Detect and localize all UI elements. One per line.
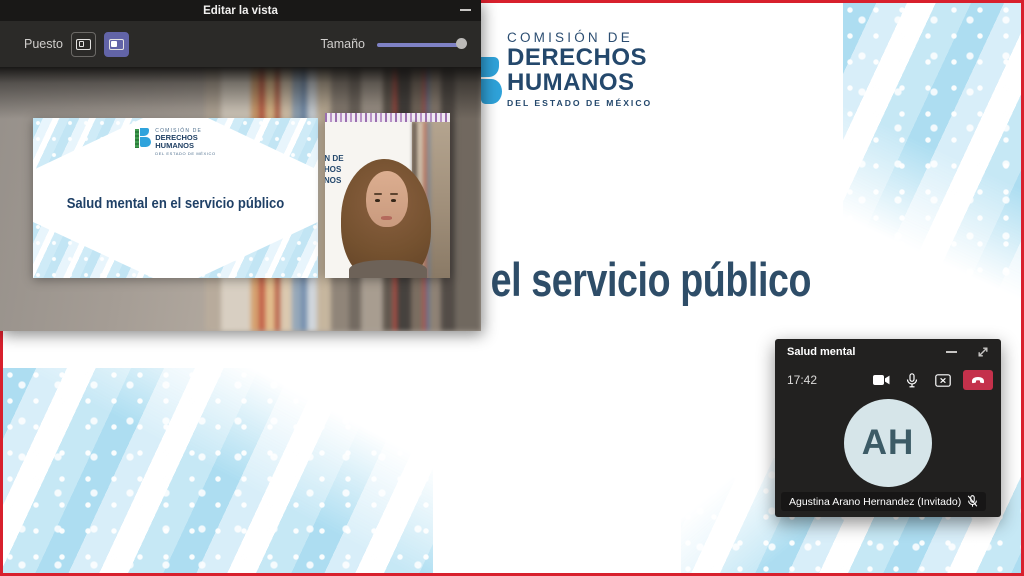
slider-thumb[interactable]	[456, 38, 467, 49]
stop-share-icon[interactable]	[932, 371, 954, 389]
talavera-ornament-bottom-left	[3, 368, 433, 573]
meeting-title: Salud mental	[787, 346, 855, 358]
position-label: Puesto	[24, 37, 63, 51]
layout-split-icon	[76, 39, 91, 50]
participant-video-preview: ÓN DE CHOS ANOS	[325, 113, 450, 278]
mic-muted-icon	[967, 495, 978, 508]
slider-track	[377, 43, 465, 47]
participant-eye	[391, 199, 396, 202]
avatar: AH	[844, 399, 932, 487]
layout-option-filled-button[interactable]	[104, 32, 129, 57]
brand-logo: COMISIÓN DE DERECHOS HUMANOS DEL ESTADO …	[481, 30, 652, 108]
brand-line3: HUMANOS	[507, 70, 652, 95]
hangup-icon[interactable]	[963, 370, 993, 390]
size-label: Tamaño	[321, 37, 365, 51]
brand-line2: DERECHOS	[507, 45, 652, 70]
participant-lips	[381, 216, 392, 220]
layout-preview-area: COMISIÓN DE DERECHOS HUMANOS DEL ESTADO …	[0, 67, 481, 331]
brand-line4: DEL ESTADO DE MÉXICO	[507, 98, 652, 108]
background-slide-title: n el servicio público	[458, 252, 811, 307]
layout-filled-left-icon	[109, 39, 124, 50]
brand-logo-icon	[481, 57, 503, 108]
brand-line1: COMISIÓN DE	[507, 30, 652, 45]
expand-icon[interactable]	[977, 346, 989, 358]
textile-pattern	[325, 113, 450, 122]
minimize-icon[interactable]	[460, 9, 471, 11]
meeting-timer: 17:42	[787, 373, 817, 387]
banner-partial-text: ÓN DE CHOS ANOS	[325, 153, 344, 186]
meeting-window: Salud mental 17:42	[775, 339, 1001, 517]
layout-option-split-button[interactable]	[71, 32, 96, 57]
panel-toolbar: Puesto Tamaño	[0, 21, 481, 67]
edit-view-panel: Editar la vista Puesto Tamaño	[0, 0, 481, 331]
camera-icon[interactable]	[870, 371, 892, 389]
participant-brow	[374, 193, 382, 195]
slide-ornament	[33, 222, 153, 278]
minimize-icon[interactable]	[946, 351, 957, 353]
mic-icon[interactable]	[901, 371, 923, 389]
participant-eye	[375, 199, 380, 202]
slide-logo-line4: DEL ESTADO DE MÉXICO	[155, 151, 215, 156]
size-slider[interactable]	[377, 38, 465, 50]
slide-preview: COMISIÓN DE DERECHOS HUMANOS DEL ESTADO …	[33, 118, 318, 278]
talavera-ornament-top-right	[843, 3, 1021, 333]
avatar-initials: AH	[862, 423, 915, 463]
panel-title: Editar la vista	[203, 5, 278, 17]
meeting-titlebar: Salud mental	[775, 339, 1001, 365]
participant-name: Agustina Arano Hernandez (Invitado)	[789, 496, 961, 508]
meeting-controls: 17:42	[787, 369, 993, 391]
panel-titlebar: Editar la vista	[0, 0, 481, 21]
slide-logo-blue-icon	[140, 128, 151, 156]
slide-logo-line3: HUMANOS	[155, 142, 215, 150]
slide-logo-green-icon	[135, 129, 139, 148]
slide-title: Salud mental en el servicio público	[47, 196, 304, 212]
participant-torso	[349, 260, 427, 278]
slide-ornament	[198, 222, 318, 278]
screen: COMISIÓN DE DERECHOS HUMANOS DEL ESTADO …	[0, 0, 1024, 576]
participant-brow	[390, 193, 398, 195]
participant-name-badge: Agustina Arano Hernandez (Invitado)	[781, 492, 986, 511]
slide-logo: COMISIÓN DE DERECHOS HUMANOS DEL ESTADO …	[33, 128, 318, 156]
